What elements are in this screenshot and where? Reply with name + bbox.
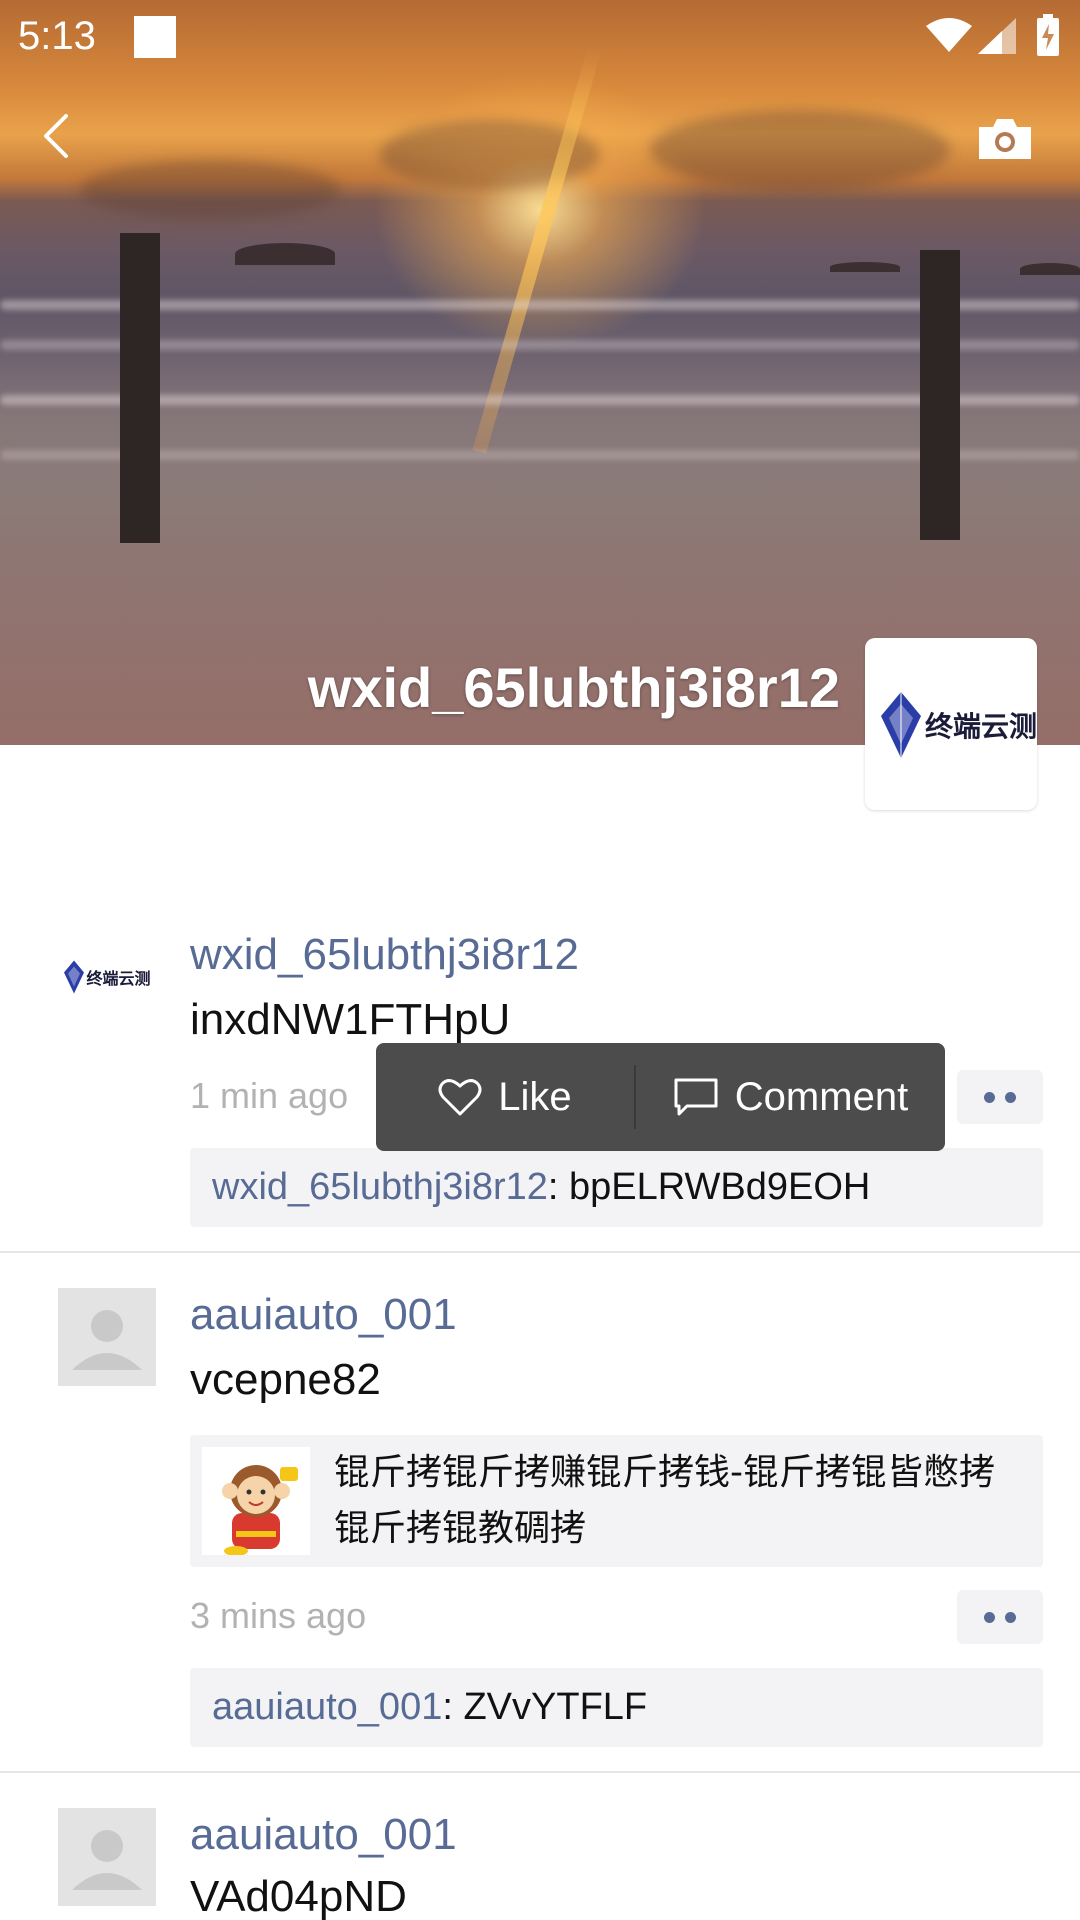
like-label: Like	[498, 1074, 572, 1119]
more-actions-button[interactable]	[957, 1070, 1043, 1124]
status-bar: 5:13	[0, 0, 1080, 75]
notification-icon	[134, 16, 176, 58]
brand-logo: 终端云测	[879, 690, 1037, 760]
brand-diamond-icon	[881, 692, 921, 758]
default-avatar-icon	[72, 1830, 142, 1890]
link-thumbnail	[202, 1447, 310, 1555]
wave	[0, 340, 1080, 350]
wifi-icon	[926, 18, 972, 52]
camera-icon[interactable]	[975, 115, 1035, 163]
wave	[0, 450, 1080, 460]
link-title: 锟斤拷锟斤拷赚锟斤拷钱-锟斤拷锟皆憋拷锟斤拷锟教碉拷	[334, 1452, 995, 1549]
comment-bubble-icon	[674, 1078, 718, 1116]
battery-icon	[1037, 14, 1059, 56]
cover-avatar[interactable]: 终端云测	[865, 638, 1037, 810]
status-time: 5:13	[18, 14, 96, 58]
default-avatar-icon	[72, 1310, 142, 1370]
like-button[interactable]: Like	[376, 1043, 634, 1151]
comment-author[interactable]: wxid_65lubthj3i8r12	[212, 1166, 548, 1208]
cloud	[80, 160, 340, 220]
dot-icon	[1005, 1091, 1016, 1103]
post-text: inxdNW1FTHpU	[190, 995, 511, 1044]
cloud	[650, 110, 950, 190]
heart-icon	[438, 1079, 482, 1116]
wave	[0, 300, 1080, 310]
island	[830, 262, 900, 272]
post-author[interactable]: aauiauto_001	[190, 1810, 457, 1860]
more-actions-button[interactable]	[957, 1590, 1043, 1644]
dot-icon	[1005, 1611, 1016, 1623]
comment-label: Comment	[734, 1074, 909, 1119]
avatar[interactable]	[58, 1288, 156, 1386]
post-time: 3 mins ago	[190, 1595, 367, 1636]
like-comment-popup: Like Comment	[376, 1043, 945, 1151]
wooden-post	[120, 233, 160, 543]
dot-icon	[984, 1611, 995, 1623]
signal-icon	[978, 18, 1016, 54]
post-author[interactable]: wxid_65lubthj3i8r12	[190, 930, 579, 980]
brand-logo: 终端云测	[63, 957, 151, 997]
brand-diamond-icon	[64, 960, 85, 994]
comment-text: bpELRWBd9EOH	[569, 1166, 871, 1208]
back-icon[interactable]	[30, 108, 86, 164]
cover-photo[interactable]: 5:13 wxid_65lubthj3i8r12	[0, 0, 1080, 745]
comment-item[interactable]: aauiauto_001: ZVvYTFLF	[190, 1668, 1043, 1747]
divider	[0, 1771, 1080, 1773]
comment-separator: :	[547, 1166, 570, 1208]
dot-icon	[984, 1091, 995, 1103]
comment-separator: :	[442, 1686, 464, 1728]
link-card[interactable]: 锟斤拷锟斤拷赚锟斤拷钱-锟斤拷锟皆憋拷锟斤拷锟教碉拷	[190, 1435, 1043, 1567]
comment-item[interactable]: wxid_65lubthj3i8r12: bpELRWBd9EOH	[190, 1148, 1043, 1227]
comment-author[interactable]: aauiauto_001	[212, 1686, 442, 1728]
post-author[interactable]: aauiauto_001	[190, 1290, 457, 1340]
comment-text: ZVvYTFLF	[463, 1686, 648, 1728]
wave	[0, 395, 1080, 405]
post-text: VAd04pND	[190, 1872, 407, 1920]
brand-text: 终端云测	[86, 971, 151, 988]
cover-username: wxid_65lubthj3i8r12	[307, 656, 840, 719]
island	[235, 243, 335, 265]
avatar[interactable]	[58, 1808, 156, 1906]
comment-button[interactable]: Comment	[636, 1043, 945, 1151]
post-time: 1 min ago	[190, 1075, 349, 1116]
island	[1020, 263, 1080, 275]
wooden-post	[920, 250, 960, 540]
post-text: vcepne82	[190, 1355, 381, 1404]
avatar[interactable]: 终端云测	[58, 928, 156, 1026]
monkey-sticker-icon	[222, 1465, 298, 1555]
divider	[0, 1251, 1080, 1253]
brand-text: 终端云测	[925, 711, 1038, 742]
